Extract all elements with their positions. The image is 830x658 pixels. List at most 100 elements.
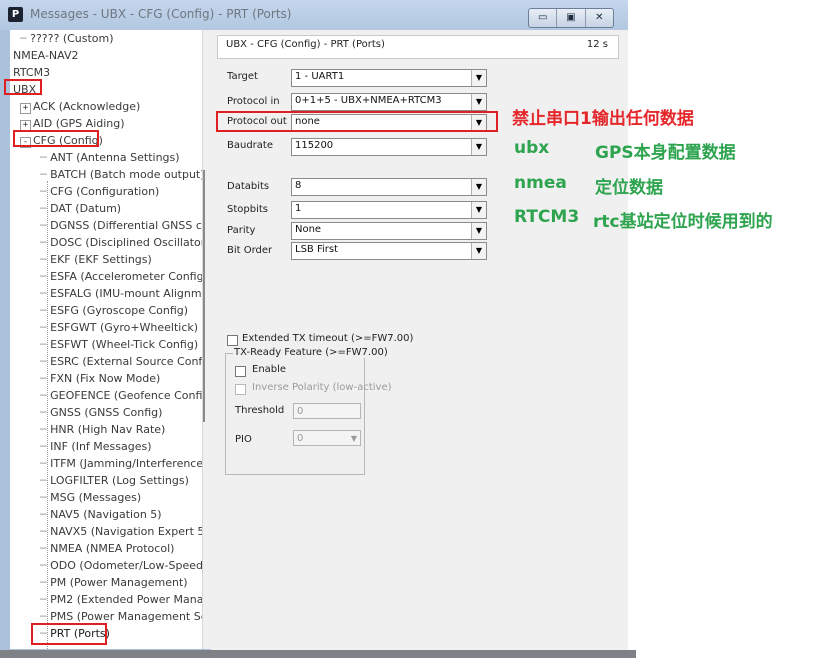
maximize-icon[interactable]: ▣	[557, 9, 586, 27]
tree-item[interactable]: ─ EKF (EKF Settings)	[40, 251, 152, 268]
tree-connector: ─	[40, 491, 51, 504]
tree-item[interactable]: ─ ANT (Antenna Settings)	[40, 149, 180, 166]
threshold-input[interactable]: 0	[293, 403, 361, 419]
tree-item[interactable]: ─ ITFM (Jamming/Interference I	[40, 455, 202, 472]
tree-item[interactable]: ─ PM2 (Extended Power Manag	[40, 591, 202, 608]
baudrate-label: Baudrate	[227, 140, 273, 151]
tree-connector: ─	[40, 338, 51, 351]
tree-item[interactable]: ─ ????? (Custom)	[20, 30, 114, 47]
tree-item[interactable]: ─ ESRC (External Source Config)	[40, 353, 202, 370]
tree-item[interactable]: ─ GNSS (GNSS Config)	[40, 404, 162, 421]
message-tree: ─ ????? (Custom) NMEA-NAV2 RTCM3 UBX + ACK (A…	[10, 30, 202, 649]
tree-item[interactable]: ─ FXN (Fix Now Mode)	[40, 370, 160, 387]
tree-item-label: DAT (Datum)	[50, 202, 122, 215]
chevron-down-icon[interactable]: ▼	[351, 431, 357, 447]
cfg-highlight-box	[13, 130, 99, 147]
txready-group: TX-Ready Feature (>=FW7.00) Enable Inver…	[225, 347, 392, 475]
close-icon[interactable]: ✕	[586, 9, 613, 27]
chevron-down-icon[interactable]: ▼	[471, 243, 486, 259]
tree-item[interactable]: ─ ESFA (Accelerometer Config)	[40, 268, 202, 285]
tree-item-label: ITFM (Jamming/Interference I	[50, 457, 202, 470]
chevron-down-icon[interactable]: ▼	[471, 179, 486, 195]
tree-item-label: NMEA-NAV2	[13, 49, 79, 62]
tree-connector: ─	[40, 372, 51, 385]
enable-checkbox[interactable]	[235, 366, 246, 377]
tree-item[interactable]: ─ PM (Power Management)	[40, 574, 188, 591]
tree-item[interactable]: + ACK (Acknowledge)	[20, 98, 140, 115]
ubx-highlight-box	[4, 79, 42, 95]
tree-item[interactable]: ─ ODO (Odometer/Low-Speed	[40, 557, 202, 574]
tree-item[interactable]: ─ DAT (Datum)	[40, 200, 121, 217]
threshold-label: Threshold	[235, 405, 285, 416]
tree-item[interactable]: ─ NAVX5 (Navigation Expert 5)	[40, 523, 202, 540]
tree-connector: ─	[40, 355, 51, 368]
horizontal-scrollbar[interactable]	[0, 650, 636, 658]
tree-item[interactable]: ─ ESFGWT (Gyro+Wheeltick)	[40, 319, 198, 336]
tree-scrollbar-thumb[interactable]	[203, 170, 205, 422]
minimize-icon[interactable]: ▭	[529, 9, 558, 27]
tree-item-label: PM2 (Extended Power Manag	[50, 593, 202, 606]
tree-item[interactable]: NMEA-NAV2	[13, 47, 79, 64]
tree-item[interactable]: ─ MSG (Messages)	[40, 489, 141, 506]
tree-item[interactable]: ─ LOGFILTER (Log Settings)	[40, 472, 189, 489]
parity-value: None	[295, 224, 322, 235]
tree-item[interactable]: ─ DOSC (Disciplined Oscillator)	[40, 234, 202, 251]
app-window: P Messages - UBX - CFG (Config) - PRT (P…	[0, 0, 628, 652]
databits-value: 8	[295, 180, 302, 191]
tree-item[interactable]: ─ INF (Inf Messages)	[40, 438, 152, 455]
tree-item-label: ????? (Custom)	[30, 32, 114, 45]
tree-connector: ─	[40, 168, 51, 181]
stopbits-select[interactable]: 1 ▼	[291, 201, 487, 219]
baudrate-value: 115200	[295, 140, 334, 151]
tree-item[interactable]: ─ CFG (Configuration)	[40, 183, 159, 200]
inverse-polarity-checkbox[interactable]	[235, 384, 246, 395]
target-select[interactable]: 1 - UART1 ▼	[291, 69, 487, 87]
bitorder-select[interactable]: LSB First ▼	[291, 242, 487, 260]
chevron-down-icon[interactable]: ▼	[471, 70, 486, 86]
tree-connector: ─	[40, 270, 51, 283]
annotation-nmea-text: 定位数据	[595, 178, 663, 198]
chevron-down-icon[interactable]: ▼	[471, 139, 486, 155]
tree-connector: ─	[40, 610, 51, 623]
title-bar[interactable]: P Messages - UBX - CFG (Config) - PRT (P…	[0, 0, 628, 30]
tree-item[interactable]: ─ ESFG (Gyroscope Config)	[40, 302, 188, 319]
tree-item[interactable]: ─ NMEA (NMEA Protocol)	[40, 540, 174, 557]
chevron-down-icon[interactable]: ▼	[471, 94, 486, 110]
annotation-nmea-key: nmea	[514, 173, 567, 193]
ext-timeout-checkbox[interactable]	[227, 335, 238, 346]
tree-item-label: CFG (Configuration)	[50, 185, 160, 198]
annotation-ubx-text: GPS本身配置数据	[595, 143, 736, 163]
inverse-polarity-label: Inverse Polarity (low-active)	[252, 382, 392, 393]
panel-time: 12 s	[586, 39, 608, 50]
tree-connector: ─	[40, 559, 51, 572]
expand-icon[interactable]: +	[20, 103, 31, 114]
tree-connector: ─	[40, 287, 51, 300]
parity-label: Parity	[227, 225, 256, 236]
tree-item[interactable]: ─ HNR (High Nav Rate)	[40, 421, 165, 438]
baudrate-select[interactable]: 115200 ▼	[291, 138, 487, 156]
tree-item[interactable]: ─ NAV5 (Navigation 5)	[40, 506, 162, 523]
tree-item-label: NMEA (NMEA Protocol)	[50, 542, 175, 555]
tree-item-label: LOGFILTER (Log Settings)	[50, 474, 189, 487]
tree-item[interactable]: ─ BATCH (Batch mode output)	[40, 166, 202, 183]
tree-connector: ─	[40, 457, 51, 470]
tree-item-label: FXN (Fix Now Mode)	[50, 372, 161, 385]
tree-item-label: AID (GPS Aiding)	[33, 117, 125, 130]
tree-item-label: PMS (Power Management Set	[50, 610, 202, 623]
pio-select[interactable]: 0 ▼	[293, 430, 361, 446]
protocol-in-select[interactable]: 0+1+5 - UBX+NMEA+RTCM3 ▼	[291, 93, 487, 111]
chevron-down-icon[interactable]: ▼	[471, 202, 486, 218]
tree-item[interactable]: ─ GEOFENCE (Geofence Config)	[40, 387, 202, 404]
annotation-ubx-key: ubx	[514, 138, 550, 158]
tree-connector: ─	[40, 593, 51, 606]
chevron-down-icon[interactable]: ▼	[471, 223, 486, 239]
tree-item[interactable]: ─ ESFALG (IMU-mount Alignmer	[40, 285, 202, 302]
window-controls: ▭ ▣ ✕	[528, 8, 614, 28]
tree-connector: ─	[40, 202, 51, 215]
tree-item-label: ESFWT (Wheel-Tick Config)	[50, 338, 199, 351]
parity-select[interactable]: None ▼	[291, 222, 487, 240]
tree-item[interactable]: ─ ESFWT (Wheel-Tick Config)	[40, 336, 198, 353]
panel-title: UBX - CFG (Config) - PRT (Ports)	[226, 39, 385, 50]
databits-select[interactable]: 8 ▼	[291, 178, 487, 196]
tree-item[interactable]: ─ DGNSS (Differential GNSS cor	[40, 217, 202, 234]
